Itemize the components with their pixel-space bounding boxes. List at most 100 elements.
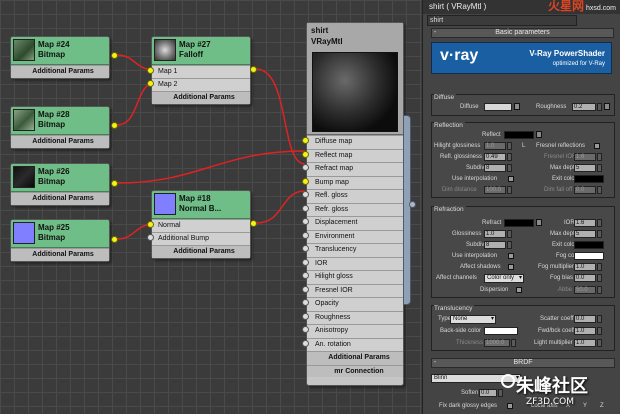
slot-opacity[interactable]: Opacity [307,297,403,311]
node-map28-header[interactable]: Map #28 Bitmap [11,107,109,135]
fog-multiplier-spinner[interactable] [597,263,602,271]
roughness-spinner[interactable] [597,103,602,111]
ior-field[interactable]: 1.6 [574,219,596,227]
roughness-field[interactable]: 0.2 [572,103,596,111]
vraymtl-input-port-15[interactable] [302,339,309,347]
vraymtl-input-port-1[interactable] [302,150,309,158]
vraymtl-scrollbar[interactable] [403,115,411,305]
slot-diffuse-map[interactable]: Diffuse map [307,135,403,149]
light-multiplier-field[interactable]: 1.0 [574,339,596,347]
scatter-coeff-field[interactable]: 0.0 [574,315,596,323]
refract-map-button[interactable] [536,219,542,226]
vraymtl-output-port[interactable] [409,201,416,208]
fwd-bck-coeff-spinner[interactable] [597,327,602,335]
translucency-type-dropdown[interactable]: None [450,315,496,324]
fix-dark-glossy-edges-checkbox[interactable] [507,403,513,409]
refr-max-depth-spinner[interactable] [597,230,602,238]
slot-reflect-map[interactable]: Reflect map [307,148,403,162]
hilight-glossiness-field[interactable]: 1.0 [484,142,506,150]
diffuse-map-button[interactable] [514,103,520,110]
map18-footer[interactable]: Additional Params [152,245,250,258]
refr-exit-color-swatch[interactable] [574,241,604,249]
diffuse-color-swatch[interactable] [484,103,512,111]
fresnel-ior-field[interactable]: 1.6 [574,153,596,161]
slot-an-rotation[interactable]: An. rotation [307,337,403,351]
refl-max-depth-spinner[interactable] [597,164,602,172]
map18-slot-additional-bump[interactable]: Additional Bump [152,232,250,245]
ior-spinner[interactable] [597,219,602,227]
map27-slot-map1[interactable]: Map 1 [152,65,250,78]
fwd-bck-coeff-field[interactable]: 1.0 [574,327,596,335]
node-map27[interactable]: Map #27 Falloff Map 1 Map 2 Additional Pa… [151,36,251,105]
map18-output-port[interactable] [250,220,257,227]
slot-refr-gloss[interactable]: Refr. gloss [307,202,403,216]
fog-bias-field[interactable]: 0.0 [574,274,596,282]
map27-footer[interactable]: Additional Params [152,91,250,104]
thickness-field[interactable]: 1000.0 [484,339,510,347]
abbe-spinner[interactable] [597,286,602,294]
refl-glossiness-field[interactable]: 0.49 [484,153,506,161]
vraymtl-footer-additional-params[interactable]: Additional Params [307,351,403,365]
vraymtl-input-port-9[interactable] [302,258,309,266]
material-name-field[interactable]: shirt [427,15,577,26]
node-map24[interactable]: Map #24 Bitmap Additional Params [10,36,110,79]
node-map26[interactable]: Map #26 Bitmap Additional Params [10,163,110,206]
soften-spinner[interactable] [498,389,503,397]
slot-bump-map[interactable]: Bump map [307,175,403,189]
refl-exit-color-swatch[interactable] [574,175,604,183]
slot-environment[interactable]: Environment [307,229,403,243]
vraymtl-input-port-5[interactable] [302,204,309,212]
refr-glossiness-field[interactable]: 1.0 [484,230,506,238]
refl-subdivs-field[interactable]: 8 [484,164,506,172]
map27-input-map2[interactable] [147,80,154,87]
dispersion-checkbox[interactable] [516,287,522,293]
vraymtl-input-port-12[interactable] [302,299,309,306]
vraymtl-input-port-4[interactable] [302,191,309,198]
vraymtl-input-port-0[interactable] [302,137,309,144]
back-side-color-swatch[interactable] [484,327,518,335]
refr-subdivs-field[interactable]: 8 [484,241,506,249]
map26-output-port[interactable] [111,180,118,187]
slot-hilight-gloss[interactable]: Hilight gloss [307,270,403,284]
node-map25-header[interactable]: Map #25 Bitmap [11,220,109,248]
refr-glossiness-spinner[interactable] [507,230,512,238]
reflect-color-swatch[interactable] [504,131,534,139]
refl-use-interpolation-checkbox[interactable] [508,176,514,182]
reflect-map-button[interactable] [536,131,542,138]
refl-glossiness-spinner[interactable] [507,153,512,161]
slot-displacement[interactable]: Displacement [307,216,403,230]
fog-multiplier-field[interactable]: 1.0 [574,263,596,271]
fresnel-ior-spinner[interactable] [597,153,602,161]
dim-falloff-field[interactable]: 0.0 [574,186,596,194]
vraymtl-input-port-11[interactable] [302,285,309,293]
node-map26-header[interactable]: Map #26 Bitmap [11,164,109,192]
slot-roughness[interactable]: Roughness [307,310,403,324]
map25-output-port[interactable] [111,236,118,243]
vraymtl-input-port-7[interactable] [302,231,309,239]
slot-ior[interactable]: IOR [307,256,403,270]
refr-subdivs-spinner[interactable] [507,241,512,249]
fog-color-swatch[interactable] [574,252,604,260]
slot-fresnel-ior[interactable]: Fresnel IOR [307,283,403,297]
map27-input-map1[interactable] [147,67,154,74]
affect-shadows-checkbox[interactable] [508,264,514,270]
refl-subdivs-spinner[interactable] [507,164,512,172]
vraymtl-input-port-10[interactable] [302,272,309,279]
map28-footer[interactable]: Additional Params [11,135,109,148]
dim-distance-spinner[interactable] [507,186,512,194]
vraymtl-footer-mr-connection[interactable]: mr Connection [307,364,403,377]
node-map28[interactable]: Map #28 Bitmap Additional Params [10,106,110,149]
map18-slot-normal[interactable]: Normal [152,219,250,232]
map28-output-port[interactable] [111,122,118,129]
hilight-glossiness-spinner[interactable] [507,142,512,150]
map18-input-normal[interactable] [147,221,154,228]
rollout-brdf[interactable]: - BRDF [431,358,615,368]
vraymtl-input-port-3[interactable] [302,177,309,185]
fog-bias-spinner[interactable] [597,274,602,282]
dim-distance-field[interactable]: 100.0 [484,186,506,194]
node-map25[interactable]: Map #25 Bitmap Additional Params [10,219,110,262]
abbe-field[interactable]: 50.0 [574,286,596,294]
node-map27-header[interactable]: Map #27 Falloff [152,37,250,91]
map27-slot-map2[interactable]: Map 2 [152,78,250,91]
refr-use-interpolation-checkbox[interactable] [508,253,514,259]
